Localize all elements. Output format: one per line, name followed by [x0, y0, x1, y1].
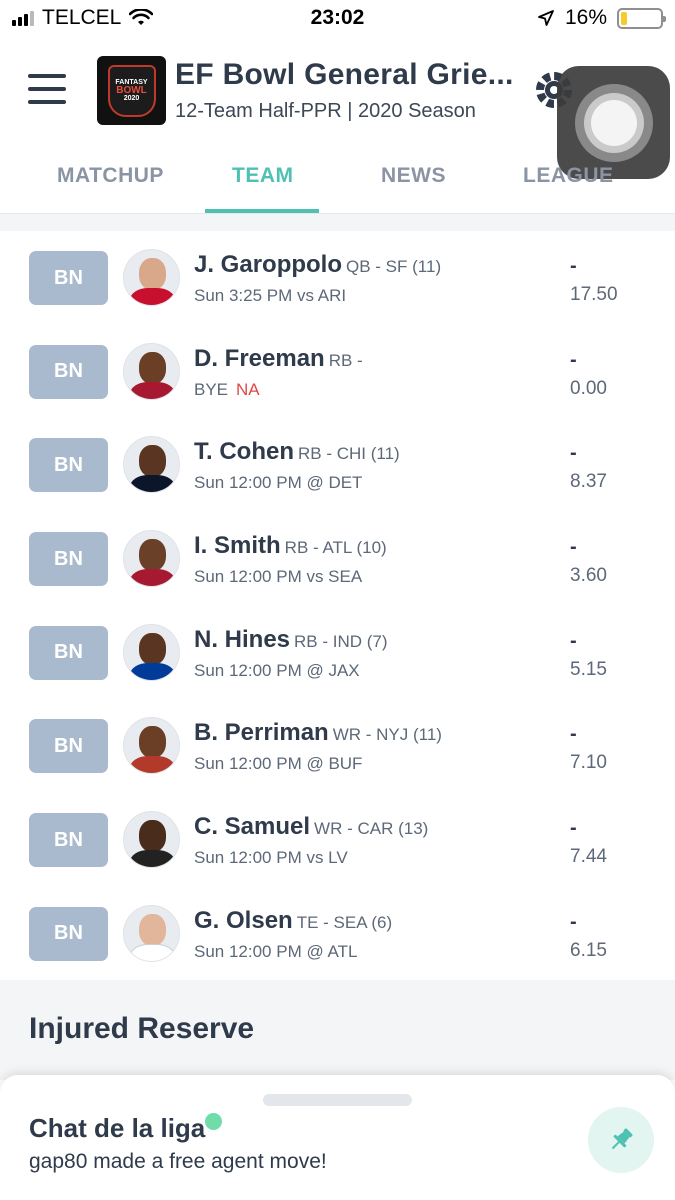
player-avatar[interactable] — [123, 623, 180, 681]
projection-dash: - — [570, 910, 577, 933]
player-avatar[interactable] — [123, 342, 180, 400]
player-game-info: Sun 12:00 PM @ DET — [194, 473, 363, 493]
projection-dash: - — [570, 255, 577, 277]
player-avatar[interactable] — [123, 249, 180, 306]
player-position-team: WR - NYJ (11) — [332, 725, 442, 745]
injured-reserve-section: Injured Reserve — [0, 980, 675, 1080]
tab-team[interactable]: TEAM — [232, 164, 294, 188]
chat-title[interactable]: Chat de la liga — [29, 1113, 205, 1144]
sheet-drag-handle[interactable] — [263, 1094, 412, 1106]
player-points: 8.37 — [570, 471, 607, 493]
projection-dash: - — [570, 536, 577, 559]
player-position-team: RB - CHI (11) — [298, 444, 400, 464]
player-game-info: Sun 12:00 PM @ ATL — [194, 941, 358, 961]
battery-fill — [621, 11, 628, 25]
player-points: 0.00 — [570, 377, 607, 399]
status-right: 16% — [537, 6, 666, 30]
tab-bar: MATCHUP TEAM NEWS LEAGUE — [0, 150, 675, 214]
player-points: 7.10 — [570, 752, 607, 774]
projection-dash: - — [570, 348, 577, 371]
player-points: 5.15 — [570, 658, 607, 680]
slot-badge[interactable]: BN — [29, 438, 108, 493]
player-name[interactable]: B. Perriman WR - NYJ (11) — [194, 719, 442, 747]
status-bar: TELCEL 23:02 16% — [0, 0, 675, 40]
fantasy-bowl-shield-icon: FANTASY BOWL 2020 — [107, 64, 156, 117]
player-points: 17.50 — [570, 284, 618, 305]
location-arrow-icon — [538, 10, 554, 26]
battery-icon — [617, 7, 666, 29]
projection-dash: - — [570, 442, 577, 465]
player-avatar[interactable] — [123, 717, 180, 775]
player-avatar[interactable] — [123, 530, 180, 588]
player-avatar[interactable] — [123, 811, 180, 869]
player-avatar[interactable] — [123, 904, 180, 962]
player-game-info: Sun 12:00 PM @ BUF — [194, 754, 363, 774]
player-name[interactable]: N. Hines RB - IND (7) — [194, 626, 388, 654]
status-badge: NA — [236, 379, 260, 399]
player-row[interactable]: BN I. Smith RB - ATL (10) Sun 12:00 PM vs… — [0, 512, 675, 606]
league-chat-sheet[interactable]: Chat de la liga gap80 made a free agent … — [0, 1075, 675, 1200]
player-row[interactable]: BN C. Samuel WR - CAR (13) Sun 12:00 PM v… — [0, 793, 675, 887]
projection-dash: - — [570, 629, 577, 652]
player-game-info: Sun 3:25 PM vs ARI — [194, 286, 347, 305]
player-points: 3.60 — [570, 565, 607, 587]
league-title[interactable]: EF Bowl General Grie... — [175, 58, 525, 92]
menu-icon[interactable] — [28, 74, 66, 104]
player-position-team: WR - CAR (13) — [314, 819, 429, 839]
tab-league[interactable]: LEAGUE — [523, 164, 614, 188]
injured-reserve-heading: Injured Reserve — [29, 1012, 255, 1045]
player-name[interactable]: D. Freeman RB - — [194, 345, 363, 373]
league-subtitle: 12-Team Half-PPR | 2020 Season — [175, 100, 476, 122]
divider — [0, 213, 675, 231]
player-row[interactable]: BN T. Cohen RB - CHI (11) Sun 12:00 PM @ … — [0, 418, 675, 512]
player-avatar[interactable] — [123, 436, 180, 494]
projection-dash: - — [570, 723, 577, 746]
slot-badge[interactable]: BN — [29, 344, 108, 399]
player-game-info: BYE NA — [194, 379, 260, 399]
battery-percent: 16% — [564, 6, 607, 29]
slot-badge[interactable]: BN — [29, 813, 108, 868]
slot-badge[interactable]: BN — [29, 906, 108, 961]
league-logo[interactable]: FANTASY BOWL 2020 — [97, 56, 166, 125]
player-points: 6.15 — [570, 939, 607, 961]
pin-button[interactable] — [588, 1107, 654, 1173]
player-row[interactable]: BN N. Hines RB - IND (7) Sun 12:00 PM @ J… — [0, 606, 675, 700]
slot-badge[interactable]: BN — [29, 251, 108, 305]
projection-dash: - — [570, 817, 577, 840]
player-name[interactable]: J. Garoppolo QB - SF (11) — [194, 251, 441, 279]
online-indicator-icon — [205, 1113, 222, 1130]
slot-badge[interactable]: BN — [29, 532, 108, 587]
tab-matchup[interactable]: MATCHUP — [57, 164, 164, 188]
chat-last-message[interactable]: gap80 made a free agent move! — [29, 1150, 327, 1174]
player-name[interactable]: T. Cohen RB - CHI (11) — [194, 438, 400, 466]
player-position-team: RB - — [328, 350, 363, 370]
player-position-team: RB - IND (7) — [294, 631, 388, 651]
player-row[interactable]: BN J. Garoppolo QB - SF (11) Sun 3:25 PM … — [0, 231, 675, 325]
player-game-info: Sun 12:00 PM vs LV — [194, 848, 348, 868]
player-game-info: Sun 12:00 PM vs SEA — [194, 567, 363, 587]
tab-news[interactable]: NEWS — [381, 164, 446, 188]
player-points: 7.44 — [570, 846, 607, 868]
slot-badge[interactable]: BN — [29, 625, 108, 680]
player-game-info: Sun 12:00 PM @ JAX — [194, 660, 360, 680]
player-row[interactable]: BN G. Olsen TE - SEA (6) Sun 12:00 PM @ A… — [0, 887, 675, 981]
player-name[interactable]: I. Smith RB - ATL (10) — [194, 532, 387, 560]
pin-icon — [611, 1128, 633, 1150]
player-name[interactable]: G. Olsen TE - SEA (6) — [194, 907, 392, 935]
player-row[interactable]: BN B. Perriman WR - NYJ (11) Sun 12:00 PM… — [0, 699, 675, 793]
player-position-team: QB - SF (11) — [346, 257, 442, 276]
player-position-team: TE - SEA (6) — [296, 912, 393, 932]
player-row[interactable]: BN D. Freeman RB - BYE NA - 0.00 — [0, 325, 675, 419]
slot-badge[interactable]: BN — [29, 719, 108, 774]
player-name[interactable]: C. Samuel WR - CAR (13) — [194, 813, 428, 841]
bench-roster-list: BN J. Garoppolo QB - SF (11) Sun 3:25 PM … — [0, 231, 675, 981]
player-position-team: RB - ATL (10) — [284, 538, 387, 558]
